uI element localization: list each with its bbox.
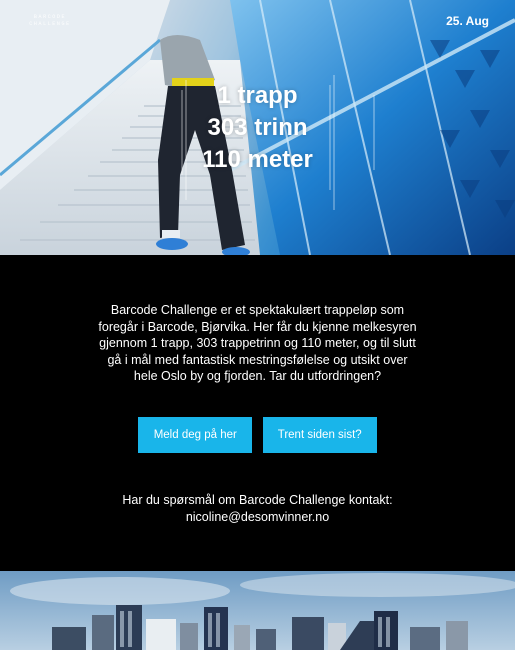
- contact-block: Har du spørsmål om Barcode Challenge kon…: [0, 492, 515, 525]
- register-button[interactable]: Meld deg på her: [138, 417, 253, 453]
- logo-text: BARCODE CHALLENGE: [29, 14, 71, 27]
- button-row: Meld deg på her Trent siden sist?: [0, 417, 515, 453]
- hero-line-steps: 303 trinn: [207, 114, 308, 141]
- intro-text: Barcode Challenge er et spektakulært tra…: [98, 303, 417, 383]
- hero-line-meters: 110 meter: [202, 146, 313, 173]
- skyline-photo: [0, 571, 515, 650]
- contact-question: Har du spørsmål om Barcode Challenge kon…: [122, 493, 393, 507]
- hero-banner: BARCODE CHALLENGE 25. Aug 1 trapp 303 tr…: [0, 0, 515, 255]
- barcode-skyline-image: [0, 571, 515, 650]
- event-date: 25. Aug: [446, 14, 489, 28]
- trained-since-last-button[interactable]: Trent siden sist?: [262, 417, 377, 453]
- hero-line-stairs: 1 trapp: [217, 82, 298, 109]
- contact-email-link[interactable]: nicoline@desomvinner.no: [0, 509, 515, 526]
- hero-headline: 1 trapp 303 trinn 110 meter: [0, 80, 515, 176]
- content-section: Barcode Challenge er et spektakulært tra…: [0, 255, 515, 571]
- barcode-challenge-logo[interactable]: BARCODE CHALLENGE: [26, 14, 74, 28]
